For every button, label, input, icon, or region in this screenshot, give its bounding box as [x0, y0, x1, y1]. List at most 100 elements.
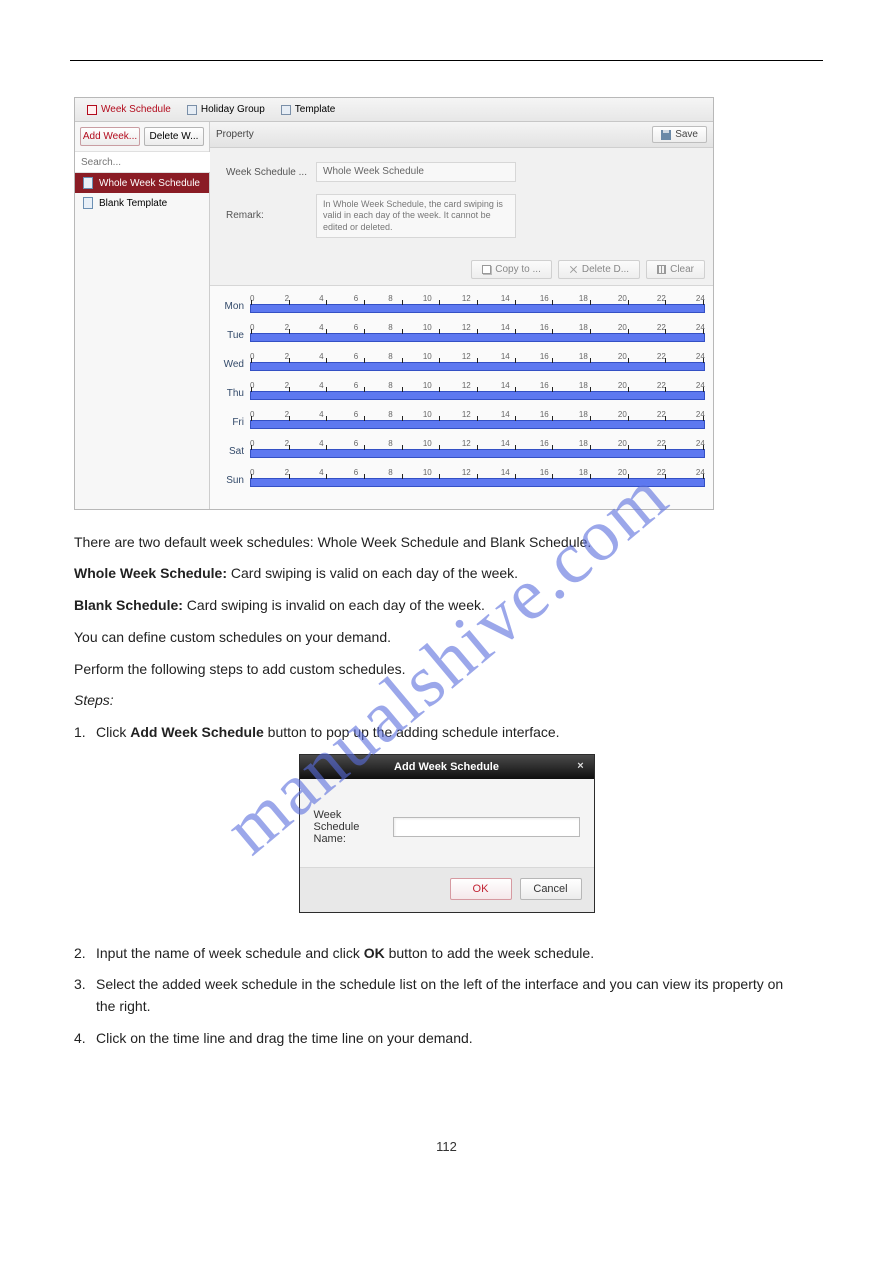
clear-label: Clear: [670, 264, 694, 275]
tab-holiday-group[interactable]: Holiday Group: [181, 102, 271, 117]
text: Card swiping is valid on each day of the…: [227, 565, 518, 581]
tab-label: Template: [295, 104, 336, 115]
disk-icon: [661, 130, 671, 140]
step-2: 2. Input the name of week schedule and c…: [74, 943, 803, 965]
timeline[interactable]: 024681012141618202224: [250, 410, 705, 429]
schedule-name-field[interactable]: Whole Week Schedule: [316, 162, 516, 182]
remark-field: In Whole Week Schedule, the card swiping…: [316, 194, 516, 238]
timeline[interactable]: 024681012141618202224: [250, 468, 705, 487]
bold-text: OK: [364, 945, 385, 961]
action-row: Copy to ... Delete D... Clear: [210, 260, 713, 285]
document-body: There are two default week schedules: Wh…: [74, 532, 803, 744]
timeline[interactable]: 024681012141618202224: [250, 323, 705, 342]
schedule-icon: [83, 197, 93, 209]
schedule-bar[interactable]: [250, 449, 705, 458]
doc-paragraph: Blank Schedule: Card swiping is invalid …: [74, 595, 803, 617]
day-row: Wed 024681012141618202224: [218, 352, 705, 371]
schedule-list: Whole Week Schedule Blank Template: [75, 173, 209, 509]
clear-button[interactable]: Clear: [646, 260, 705, 279]
schedule-bar[interactable]: [250, 333, 705, 342]
add-week-schedule-dialog: Add Week Schedule × Week Schedule Name: …: [299, 754, 595, 913]
delete-duration-button[interactable]: Delete D...: [558, 260, 640, 279]
schedule-bar[interactable]: [250, 362, 705, 371]
step-number: 1.: [74, 722, 96, 744]
doc-paragraph: Whole Week Schedule: Card swiping is val…: [74, 563, 803, 585]
step-3: 3. Select the added week schedule in the…: [74, 974, 803, 1017]
app-panel: Week Schedule Holiday Group Template Add…: [74, 97, 714, 510]
delete-icon: [569, 265, 578, 274]
copy-label: Copy to ...: [495, 264, 541, 275]
save-button[interactable]: Save: [652, 126, 707, 143]
timeline[interactable]: 024681012141618202224: [250, 294, 705, 313]
sidebar-item-label: Blank Template: [99, 198, 167, 209]
form-area: Week Schedule ... Whole Week Schedule Re…: [210, 148, 713, 260]
schedule-bar[interactable]: [250, 420, 705, 429]
week-schedule-name-input[interactable]: [393, 817, 580, 837]
sidebar-item-whole-week[interactable]: Whole Week Schedule: [75, 173, 209, 193]
calendar-icon: [87, 105, 97, 115]
main-pane: Property Save Week Schedule ... Whole We…: [210, 122, 713, 509]
text: button to add the week schedule.: [385, 945, 594, 961]
text: Input the name of week schedule and clic…: [96, 945, 364, 961]
day-row: Sat 024681012141618202224: [218, 439, 705, 458]
day-row: Tue 024681012141618202224: [218, 323, 705, 342]
day-row: Thu 024681012141618202224: [218, 381, 705, 400]
dialog-field-label: Week Schedule Name:: [314, 809, 387, 845]
steps-heading: Steps:: [74, 690, 803, 712]
day-row: Fri 024681012141618202224: [218, 410, 705, 429]
text: button to pop up the adding schedule int…: [264, 724, 560, 740]
day-label: Sun: [218, 475, 250, 487]
ok-button[interactable]: OK: [450, 878, 512, 900]
label-blank: Blank Schedule:: [74, 597, 183, 613]
doc-paragraph: Perform the following steps to add custo…: [74, 659, 803, 681]
property-title: Property: [216, 129, 254, 140]
text: Click on the time line and drag the time…: [96, 1028, 473, 1050]
step-1: 1. Click Add Week Schedule button to pop…: [74, 722, 803, 744]
page-number: 112: [70, 1139, 823, 1154]
step-number: 4.: [74, 1028, 96, 1050]
property-bar: Property Save: [210, 122, 713, 148]
timeline[interactable]: 024681012141618202224: [250, 439, 705, 458]
day-row: Sun 024681012141618202224: [218, 468, 705, 487]
search-input[interactable]: [75, 152, 219, 172]
step-number: 2.: [74, 943, 96, 965]
tab-label: Holiday Group: [201, 104, 265, 115]
search-row: 🔍: [75, 151, 209, 173]
copy-to-button[interactable]: Copy to ...: [471, 260, 552, 279]
schedule-name-label: Week Schedule ...: [226, 167, 316, 178]
day-label: Tue: [218, 330, 250, 342]
sidebar: Add Week... Delete W... 🔍 Whole Week Sch…: [75, 122, 210, 509]
day-label: Sat: [218, 446, 250, 458]
close-icon[interactable]: ×: [574, 759, 588, 773]
schedule-bar[interactable]: [250, 478, 705, 487]
timeline[interactable]: 024681012141618202224: [250, 381, 705, 400]
add-week-button[interactable]: Add Week...: [80, 127, 140, 146]
sidebar-item-label: Whole Week Schedule: [99, 178, 200, 189]
schedule-bar[interactable]: [250, 304, 705, 313]
tab-bar: Week Schedule Holiday Group Template: [75, 98, 713, 122]
tab-template[interactable]: Template: [275, 102, 342, 117]
dialog-title: Add Week Schedule: [394, 761, 499, 773]
delete-week-button[interactable]: Delete W...: [144, 127, 204, 146]
schedule-bar[interactable]: [250, 391, 705, 400]
step-4: 4. Click on the time line and drag the t…: [74, 1028, 803, 1050]
schedule-grid: Mon 024681012141618202224 Tue 0246810121…: [210, 285, 713, 509]
dialog-title-bar: Add Week Schedule ×: [300, 755, 594, 779]
cancel-button[interactable]: Cancel: [520, 878, 582, 900]
timeline[interactable]: 024681012141618202224: [250, 352, 705, 371]
tab-week-schedule[interactable]: Week Schedule: [81, 102, 177, 117]
text: Click: [96, 724, 130, 740]
day-label: Mon: [218, 301, 250, 313]
delete-label: Delete D...: [582, 264, 629, 275]
save-label: Save: [675, 129, 698, 140]
sidebar-item-blank-template[interactable]: Blank Template: [75, 193, 209, 213]
label-whole-week: Whole Week Schedule:: [74, 565, 227, 581]
text: Card swiping is invalid on each day of t…: [183, 597, 485, 613]
calendar-icon: [281, 105, 291, 115]
day-row: Mon 024681012141618202224: [218, 294, 705, 313]
doc-paragraph: You can define custom schedules on your …: [74, 627, 803, 649]
copy-icon: [482, 265, 491, 274]
remark-label: Remark:: [226, 210, 316, 221]
day-label: Wed: [218, 359, 250, 371]
day-label: Thu: [218, 388, 250, 400]
